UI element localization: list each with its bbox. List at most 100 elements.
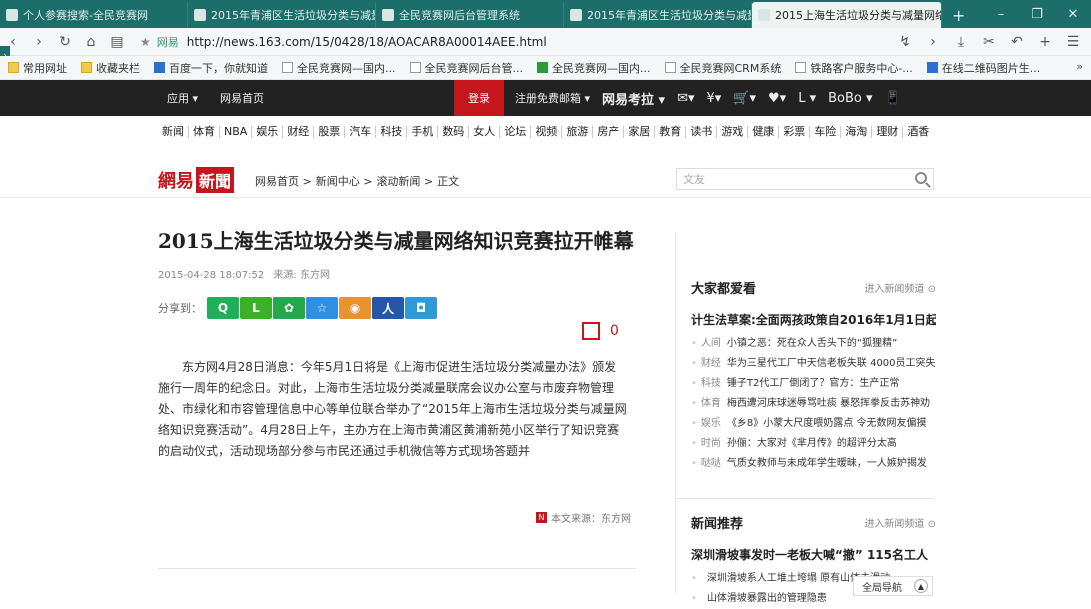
channel-link[interactable]: 体育 [189,126,220,138]
channel-link[interactable]: 房产 [593,126,625,138]
address-bar[interactable]: ★ 网易 http://news.163.com/15/0428/18/AOAC… [140,34,547,50]
bookmark-item[interactable]: 常用网址 [8,60,67,76]
channel-link[interactable]: 彩票 [779,126,811,138]
netease-news-logo[interactable]: 網易 新聞 [158,167,235,193]
share-button[interactable]: ◘ [405,297,437,319]
channel-link[interactable]: 理财 [872,126,904,138]
channel-link[interactable]: 数码 [438,126,470,138]
browser-tab[interactable]: 全民竞赛网后台管理系统 [376,2,564,28]
reader-icon[interactable]: ▤ [104,34,130,50]
restore-icon[interactable]: ❐ [1019,7,1055,22]
channel-link[interactable]: 读书 [686,126,718,138]
browser-tab[interactable]: 2015上海生活垃圾分类与减量网络× [752,2,942,28]
share-button[interactable]: Q [207,297,239,319]
topbar-item[interactable]: BoBo ▾ [828,91,872,106]
menu-icon[interactable]: ☰ [1059,34,1087,50]
channel-link[interactable]: 健康 [748,126,780,138]
tab-label: 全民竞赛网后台管理系统 [399,9,520,22]
browser-tab[interactable]: 2015年青浦区生活垃圾分类与减量网 [564,2,752,28]
topbar-item[interactable]: ✉▾ [677,91,694,106]
channel-link[interactable]: NBA [220,126,253,138]
share-button[interactable]: 人 [372,297,404,319]
bookmark-item[interactable]: 全民竞赛网CRM系统 [664,60,781,76]
global-nav-button[interactable]: 全局导航 ▲ [853,576,933,596]
share-button[interactable]: L [240,297,272,319]
comment-count[interactable]: 0 [582,322,619,340]
channel-link[interactable]: 车险 [810,126,842,138]
scroll-up-icon[interactable]: ▲ [914,579,928,593]
recommend-more-link[interactable]: 进入新闻频道 ⊙ [864,515,936,530]
chevron-right-icon[interactable]: › [919,34,947,50]
download-icon[interactable]: ⤓ [947,34,975,50]
bookmark-item[interactable]: 收藏夹栏 [81,60,140,76]
share-button[interactable]: ✿ [273,297,305,319]
topbar-item[interactable]: ♥▾ [768,91,786,106]
news-list-item[interactable]: 财经华为三星代工厂中天信老板失联 4000员工突失 [691,354,936,374]
undo-icon[interactable]: ↶ [1003,34,1031,50]
news-list-item[interactable]: 体育梅西遭河床球迷辱骂吐痰 暴怒挥拳反击苏神劝 [691,394,936,414]
channel-link[interactable]: 新闻 [158,126,189,138]
channel-link[interactable]: 家居 [624,126,656,138]
search-input[interactable]: 文友 [676,168,934,190]
channel-link[interactable]: 娱乐 [252,126,284,138]
netease-home-link[interactable]: 网易首页 [220,90,264,106]
minimize-icon[interactable]: – [983,7,1019,22]
topbar-item[interactable]: ¥▾ [707,91,722,106]
channel-link[interactable]: 论坛 [500,126,532,138]
url-text[interactable]: http://news.163.com/15/0428/18/AOACAR8A0… [187,35,547,49]
bookmark-star-icon[interactable]: ★ [140,35,151,49]
login-button[interactable]: 登录 [454,80,504,116]
browser-tab[interactable]: 个人参赛搜索-全民竞赛网 [0,2,188,28]
news-list-item[interactable]: 时尚孙俪：大家对《芈月传》的超评分太高 [691,434,936,454]
channel-link[interactable]: 游戏 [717,126,749,138]
bookmark-item[interactable]: 全民竞赛网—国内... [537,60,651,76]
new-tab-button[interactable]: + [942,2,975,28]
scissors-icon[interactable]: ✂ [975,34,1003,50]
breadcrumb-item[interactable]: 滚动新闻 > [376,175,433,188]
bookmark-item[interactable]: 全民竞赛网—国内... [282,60,396,76]
search-icon[interactable] [915,172,927,184]
home-icon[interactable]: ⌂ [78,34,104,50]
news-list-item[interactable]: 哒哒气质女教师与未成年学生暧昧，一人嫉妒揭发 [691,454,936,474]
apps-menu[interactable]: 应用 ▾ [167,90,198,106]
plus-icon[interactable]: + [1031,34,1059,50]
breadcrumb-item[interactable]: 新闻中心 > [316,175,373,188]
channel-link[interactable]: 手机 [407,126,439,138]
popular-headline[interactable]: 计生法草案:全面两孩政策自2016年1月1日起 [691,311,936,328]
breadcrumb-item[interactable]: 网易首页 > [255,175,312,188]
browser-tab[interactable]: 2015年青浦区生活垃圾分类与减量网 [188,2,376,28]
channel-link[interactable]: 旅游 [562,126,594,138]
channel-link[interactable]: 教育 [655,126,687,138]
share-button[interactable]: ◉ [339,297,371,319]
share-button[interactable]: ☆ [306,297,338,319]
channel-link[interactable]: 视频 [531,126,563,138]
channel-link[interactable]: 女人 [469,126,501,138]
channel-link[interactable]: 股票 [314,126,346,138]
channel-link[interactable]: 酒香 [903,126,933,138]
recommend-headline[interactable]: 深圳滑坡事发时一老板大喊“撤” 115名工人 [691,546,936,563]
topbar-item[interactable]: L ▾ [798,91,816,106]
bookmark-label: 全民竞赛网—国内... [552,61,651,75]
topbar-item[interactable]: 📱 [885,91,901,106]
bookmark-item[interactable]: 全民竞赛网后台管... [409,60,523,76]
close-window-icon[interactable]: ✕ [1055,7,1091,22]
popular-more-link[interactable]: 进入新闻频道 ⊙ [864,280,936,295]
bookmark-item[interactable]: 铁路客户服务中心-... [795,60,913,76]
bookmark-item[interactable]: 百度一下，你就知道 [154,60,268,76]
bookmark-item[interactable]: 在线二维码图片生... [926,60,1040,76]
lightning-icon[interactable]: ↯ [891,34,919,50]
bookmarks-more-icon[interactable]: » [1076,60,1083,73]
comment-icon[interactable] [582,322,600,340]
forward-icon[interactable]: › [26,34,52,50]
register-mail-link[interactable]: 注册免费邮箱 ▾ [515,90,590,106]
news-list-item[interactable]: 科技锤子T2代工厂倒闭了？官方：生产正常 [691,374,936,394]
news-list-item[interactable]: 人间小镇之恶：死在众人舌头下的“狐狸精” [691,334,936,354]
channel-link[interactable]: 财经 [283,126,315,138]
channel-link[interactable]: 科技 [376,126,408,138]
news-list-item[interactable]: 娱乐《乡8》小蒙大尺度喂奶露点 令无数网友偏摸 [691,414,936,434]
channel-link[interactable]: 汽车 [345,126,377,138]
kaola-link[interactable]: 网易考拉 ▾ [602,89,665,108]
channel-link[interactable]: 海淘 [841,126,873,138]
refresh-icon[interactable]: ↻ [52,34,78,50]
topbar-item[interactable]: 🛒▾ [733,91,756,106]
